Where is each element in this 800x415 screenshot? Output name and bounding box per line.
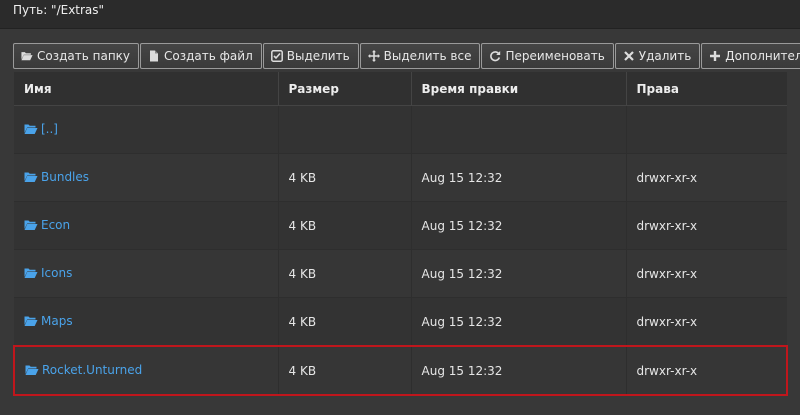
cell-size — [278, 105, 412, 154]
file-table: Имя Размер Время правки Права [..] Bundl… — [13, 72, 788, 396]
cell-permissions: drwxr-xr-x — [626, 297, 787, 346]
column-header-permissions[interactable]: Права — [626, 72, 787, 106]
table-row-selected[interactable]: Rocket.Unturned 4 KB Aug 15 12:32 drwxr-… — [13, 345, 788, 396]
create-file-button[interactable]: Создать файл — [140, 43, 262, 69]
folder-name: Rocket.Unturned — [42, 362, 143, 377]
folder-open-icon — [24, 219, 38, 231]
folder-name: Maps — [41, 313, 73, 328]
table-row[interactable]: Maps 4 KB Aug 15 12:32 drwxr-xr-x — [14, 297, 787, 346]
cell-modified: Aug 15 12:32 — [411, 249, 627, 298]
close-icon — [623, 50, 635, 62]
current-path: Путь: "/Extras" — [13, 3, 105, 17]
cell-modified: Aug 15 12:32 — [411, 201, 627, 250]
cell-permissions: drwxr-xr-x — [626, 201, 787, 250]
cell-name: [..] — [14, 105, 279, 154]
select-all-label: Выделить все — [383, 49, 472, 63]
create-folder-button[interactable]: Создать папку — [13, 43, 140, 69]
toolbar: Создать папку Создать файл Выделить Выде… — [13, 43, 800, 69]
create-folder-label: Создать папку — [37, 49, 131, 63]
check-square-icon — [270, 50, 283, 62]
folder-name: Econ — [41, 217, 71, 232]
table-header-row: Имя Размер Время правки Права — [14, 72, 787, 106]
cell-modified: Aug 15 12:32 — [411, 345, 627, 396]
folder-name: Bundles — [41, 169, 90, 184]
folder-name: Icons — [41, 265, 73, 280]
cell-name: Econ — [14, 201, 279, 250]
select-label: Выделить — [286, 49, 350, 63]
folder-open-icon — [24, 315, 38, 327]
move-icon — [367, 50, 380, 62]
table-row[interactable]: Icons 4 KB Aug 15 12:32 drwxr-xr-x — [14, 249, 787, 298]
cell-size: 4 KB — [278, 201, 412, 250]
cell-size: 4 KB — [278, 297, 412, 346]
cell-permissions: drwxr-xr-x — [626, 249, 787, 298]
delete-button[interactable]: Удалить — [614, 43, 701, 69]
cell-permissions: drwxr-xr-x — [626, 153, 787, 202]
cell-size: 4 KB — [278, 345, 412, 396]
path-bar: Путь: "/Extras" — [0, 0, 800, 28]
rename-button[interactable]: Переименовать — [481, 43, 614, 69]
column-header-modified[interactable]: Время правки — [411, 72, 627, 106]
folder-open-icon — [24, 123, 38, 135]
table-row[interactable]: [..] — [14, 105, 787, 154]
folder-name: [..] — [41, 121, 58, 136]
folder-open-icon — [24, 267, 38, 279]
column-header-name[interactable]: Имя — [14, 72, 279, 106]
column-header-size[interactable]: Размер — [278, 72, 412, 106]
delete-label: Удалить — [638, 49, 692, 63]
folder-link-econ[interactable]: Econ — [24, 218, 70, 232]
table-row[interactable]: Bundles 4 KB Aug 15 12:32 drwxr-xr-x — [14, 153, 787, 202]
cell-name: Icons — [14, 249, 279, 298]
cell-name: Rocket.Unturned — [13, 345, 279, 396]
refresh-icon — [489, 50, 501, 62]
cell-modified — [411, 105, 627, 154]
cell-modified: Aug 15 12:32 — [411, 297, 627, 346]
create-file-label: Создать файл — [164, 49, 253, 63]
cell-size: 4 KB — [278, 153, 412, 202]
cell-name: Bundles — [14, 153, 279, 202]
cell-permissions: drwxr-xr-x — [626, 345, 788, 396]
cell-modified: Aug 15 12:32 — [411, 153, 627, 202]
folder-link-icons[interactable]: Icons — [24, 266, 72, 280]
plus-icon — [709, 50, 721, 62]
more-button[interactable]: Дополнительно — [701, 43, 800, 69]
folder-open-icon — [24, 171, 38, 183]
folder-open-icon — [25, 364, 39, 376]
folder-link-rocket-unturned[interactable]: Rocket.Unturned — [25, 363, 142, 377]
select-all-button[interactable]: Выделить все — [359, 43, 481, 69]
more-label: Дополнительно — [725, 49, 800, 63]
select-button[interactable]: Выделить — [262, 43, 359, 69]
folder-link-bundles[interactable]: Bundles — [24, 170, 89, 184]
folder-link-parent[interactable]: [..] — [24, 122, 58, 136]
table-row[interactable]: Econ 4 KB Aug 15 12:32 drwxr-xr-x — [14, 201, 787, 250]
cell-permissions — [626, 105, 787, 154]
file-icon — [148, 50, 160, 62]
cell-name: Maps — [14, 297, 279, 346]
folder-open-icon — [21, 50, 33, 62]
cell-size: 4 KB — [278, 249, 412, 298]
folder-link-maps[interactable]: Maps — [24, 314, 73, 328]
rename-label: Переименовать — [505, 49, 605, 63]
